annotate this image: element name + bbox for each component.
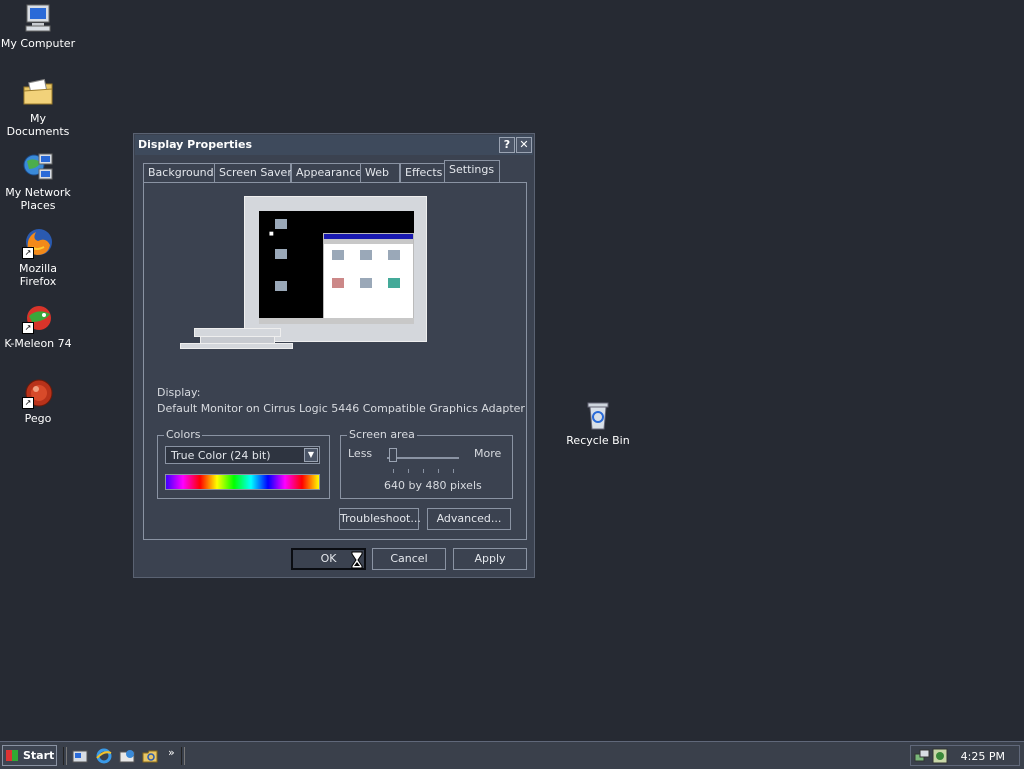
network-places-icon (22, 151, 54, 183)
desktop-icon-recycle-bin[interactable]: Recycle Bin (560, 399, 636, 447)
shortcut-arrow-icon: ↗ (22, 322, 34, 334)
display-properties-dialog: Display Properties ? ✕ Background Screen… (133, 133, 535, 578)
resolution-text: 640 by 480 pixels (384, 479, 482, 492)
k-meleon-icon: ↗ (22, 302, 54, 334)
display-adapter-text: Default Monitor on Cirrus Logic 5446 Com… (157, 402, 525, 415)
display-label: Display: (157, 386, 201, 399)
desktop-icon-label: K-Meleon 74 (4, 337, 72, 350)
desktop-icon-network-places[interactable]: My Network Places (0, 151, 76, 212)
advanced-button[interactable]: Advanced... (427, 508, 511, 530)
pego-icon: ↗ (22, 377, 54, 409)
ok-button[interactable]: OK (291, 548, 366, 570)
cancel-button[interactable]: Cancel (372, 548, 446, 570)
quick-launch-overflow-icon[interactable]: » (168, 746, 175, 759)
monitor-screen: ■ (259, 211, 414, 324)
tab-background[interactable]: Background (143, 163, 215, 182)
dialog-titlebar[interactable]: Display Properties ? ✕ (135, 135, 533, 155)
taskbar-separator (181, 747, 185, 765)
outlook-express-icon[interactable] (119, 748, 135, 764)
windows-logo-icon (6, 750, 18, 761)
shortcut-arrow-icon: ↗ (22, 247, 34, 259)
screen-area-group-label: Screen area (347, 428, 417, 441)
desktop-icon-label: My Documents (6, 112, 70, 138)
chevron-down-icon[interactable]: ▼ (304, 448, 318, 462)
help-button[interactable]: ? (499, 137, 515, 153)
windows-explorer-icon[interactable] (142, 748, 158, 764)
system-tray: 4:25 PM (910, 745, 1020, 766)
desktop-icon-label: Mozilla Firefox (19, 262, 57, 288)
volume-tray-icon[interactable] (932, 748, 948, 764)
slider-less-label: Less (348, 447, 373, 460)
tab-effects[interactable]: Effects (400, 163, 446, 182)
desktop-icon-k-meleon[interactable]: ↗ K-Meleon 74 (0, 302, 76, 350)
mini-window-preview (323, 233, 414, 321)
desktop-icon-pego[interactable]: ↗ Pego (0, 377, 76, 425)
hourglass-cursor-icon (351, 551, 363, 569)
tab-web[interactable]: Web (360, 163, 400, 182)
taskbar: Start » 4:25 PM (0, 741, 1024, 769)
colors-dropdown-value: True Color (24 bit) (171, 449, 271, 462)
colors-group: Colors True Color (24 bit) ▼ (157, 428, 330, 499)
my-documents-icon (22, 77, 54, 109)
screen-area-group: Screen area Less More 640 by 480 pixels (340, 428, 513, 499)
colors-dropdown[interactable]: True Color (24 bit) ▼ (165, 446, 320, 464)
troubleshoot-button[interactable]: Troubleshoot... (339, 508, 421, 530)
taskbar-clock[interactable]: 4:25 PM (961, 750, 1005, 763)
taskbar-separator (63, 747, 67, 765)
desktop-icon-label: My Computer (0, 37, 76, 50)
desktop-icon-label: My Network Places (5, 186, 71, 212)
recycle-bin-icon (582, 399, 614, 431)
tab-settings[interactable]: Settings (444, 160, 500, 182)
tab-appearance[interactable]: Appearance (291, 163, 362, 182)
start-label: Start (23, 749, 55, 762)
desktop-icon-my-documents[interactable]: My Documents (0, 77, 76, 138)
apply-button[interactable]: Apply (453, 548, 527, 570)
start-button[interactable]: Start (2, 745, 57, 766)
colors-group-label: Colors (164, 428, 203, 441)
color-spectrum-bar (165, 474, 320, 490)
internet-explorer-icon[interactable] (96, 748, 112, 764)
firefox-icon: ↗ (22, 227, 54, 259)
slider-more-label: More (474, 447, 502, 460)
dialog-title: Display Properties (138, 138, 253, 151)
show-desktop-icon[interactable] (72, 748, 88, 764)
network-tray-icon[interactable] (914, 748, 930, 764)
close-button[interactable]: ✕ (516, 137, 532, 153)
ok-button-label: OK (320, 552, 337, 565)
shortcut-arrow-icon: ↗ (22, 397, 34, 409)
desktop-icon-firefox[interactable]: ↗ Mozilla Firefox (0, 227, 76, 288)
tab-screen-saver[interactable]: Screen Saver (214, 163, 292, 182)
screen-area-slider-thumb[interactable] (389, 448, 397, 462)
desktop-icon-label: Pego (24, 412, 52, 425)
desktop-icon-label: Recycle Bin (566, 434, 630, 447)
my-computer-icon (22, 2, 54, 34)
screen-area-slider-track[interactable] (387, 457, 459, 459)
desktop-icon-my-computer[interactable]: My Computer (0, 2, 76, 50)
